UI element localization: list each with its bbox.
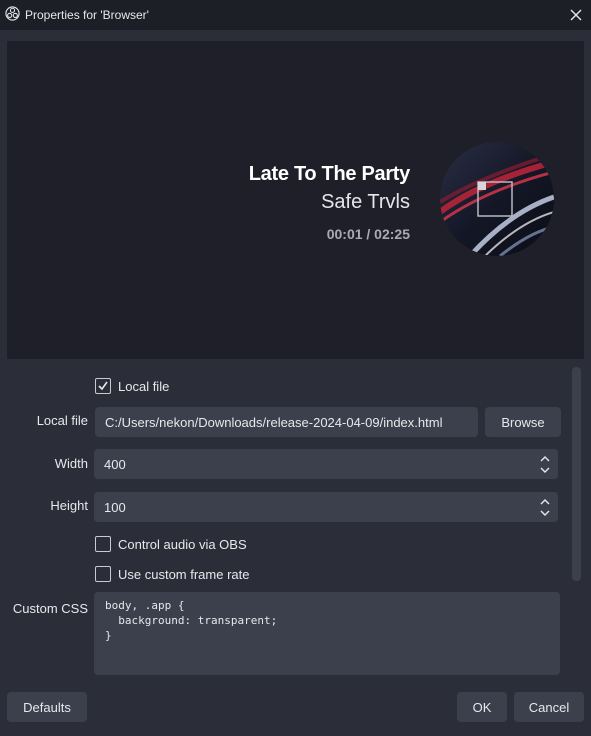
css-line: background: transparent; <box>105 614 278 627</box>
checkmark-icon <box>98 381 108 391</box>
local-file-input[interactable]: C:/Users/nekon/Downloads/release-2024-04… <box>95 407 478 437</box>
height-spinbox[interactable]: 100 <box>94 492 558 522</box>
width-spinbox[interactable]: 400 <box>94 449 558 479</box>
song-time: 00:01 / 02:25 <box>326 226 410 242</box>
local-file-checkbox[interactable] <box>95 378 111 394</box>
local-file-checkbox-label: Local file <box>118 379 170 394</box>
album-cover-image <box>440 142 554 256</box>
height-value: 100 <box>104 499 126 515</box>
ok-button[interactable]: OK <box>457 692 507 722</box>
custom-css-label: Custom CSS <box>12 601 88 616</box>
title-bar: Properties for 'Browser' <box>0 0 591 30</box>
css-line: } <box>105 629 112 642</box>
scrollbar-thumb[interactable] <box>572 367 581 581</box>
custom-frame-rate-checkbox[interactable] <box>95 566 111 582</box>
width-label: Width <box>54 456 88 471</box>
css-line: body, .app { <box>105 599 185 612</box>
spin-arrows-icon[interactable] <box>538 451 552 477</box>
song-title: Late To The Party <box>248 163 411 185</box>
close-icon <box>570 9 582 21</box>
browse-button[interactable]: Browse <box>485 407 561 437</box>
obs-logo-icon <box>5 6 20 21</box>
close-button[interactable] <box>565 4 587 26</box>
local-file-label: Local file <box>36 413 88 428</box>
spin-arrows-icon[interactable] <box>538 494 552 520</box>
window-title: Properties for 'Browser' <box>25 8 149 22</box>
song-artist: Safe Trvls <box>321 191 410 213</box>
browser-preview: Late To The Party Safe Trvls 00:01 / 02:… <box>7 41 584 359</box>
cancel-button[interactable]: Cancel <box>514 692 584 722</box>
width-value: 400 <box>104 456 126 472</box>
defaults-button[interactable]: Defaults <box>7 692 87 722</box>
height-label: Height <box>50 498 88 513</box>
custom-frame-rate-label: Use custom frame rate <box>118 567 250 582</box>
custom-css-textarea[interactable]: body, .app { background: transparent;} <box>94 592 560 675</box>
control-audio-checkbox[interactable] <box>95 536 111 552</box>
control-audio-label: Control audio via OBS <box>118 537 247 552</box>
